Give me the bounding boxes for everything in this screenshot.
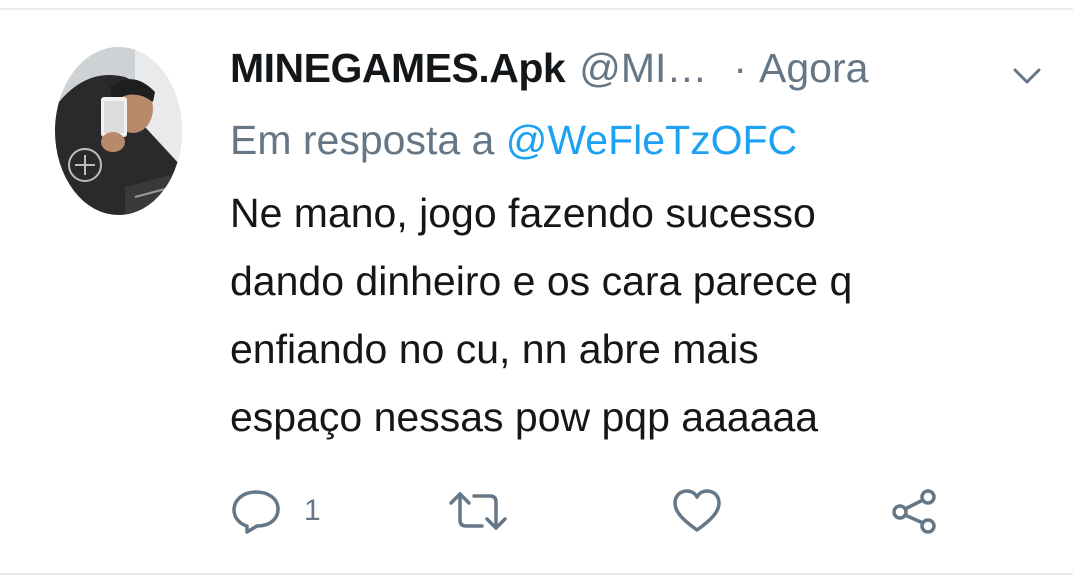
heart-icon [673,489,721,532]
tweet-content: MINEGAMES.Apk @MI… · Agora Em resposta a… [230,45,1050,451]
action-bar: 1 [230,486,1030,536]
reply-icon [232,490,280,534]
separator-dot: · [733,45,748,91]
tweet-header: MINEGAMES.Apk @MI… · Agora [230,45,1050,103]
share-button[interactable] [890,486,940,536]
divider [0,8,1073,10]
reply-count: 1 [304,494,321,527]
avatar[interactable] [55,47,182,215]
tweet[interactable]: MINEGAMES.Apk @MI… · Agora Em resposta a… [0,0,1073,581]
reply-mention-link[interactable]: @WeFleTzOFC [506,117,797,163]
retweet-icon [449,492,507,530]
chevron-down-icon[interactable] [1012,65,1042,87]
tweet-text: Ne mano, jogo fazendo sucesso dando dinh… [230,190,853,440]
retweet-button[interactable] [448,486,508,536]
divider [0,573,1073,575]
share-icon [892,489,936,534]
reply-button[interactable]: 1 [230,486,321,536]
display-name[interactable]: MINEGAMES.Apk [230,45,566,92]
reply-prefix: Em resposta a [230,117,506,163]
user-handle[interactable]: @MI… [579,45,707,92]
timestamp[interactable]: Agora [759,45,868,92]
like-button[interactable] [671,486,723,536]
reply-context: Em resposta a @WeFleTzOFC [230,117,1050,173]
